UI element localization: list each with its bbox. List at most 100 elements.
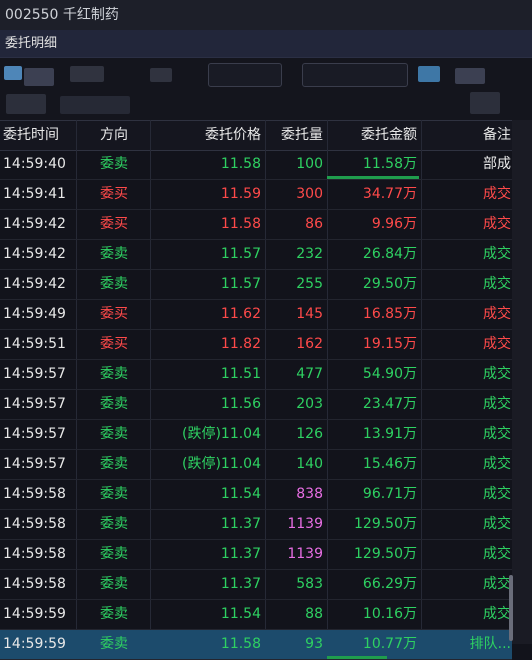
table-row[interactable]: 14:59:58 委卖 11.54 838 96.71万 成交 xyxy=(0,480,512,510)
table-row[interactable]: 14:59:42 委卖 11.57 255 29.50万 成交 xyxy=(0,270,512,300)
filter-dropdown[interactable] xyxy=(302,63,408,87)
cell-direction: 委买 xyxy=(100,306,128,322)
blurred-control xyxy=(470,92,500,114)
cell-note: 成交 xyxy=(483,186,511,202)
blurred-control xyxy=(418,66,440,82)
cell-note: 成交 xyxy=(483,246,511,262)
header-volume[interactable]: 委托量 xyxy=(265,121,327,150)
cell-amount: 10.16万 xyxy=(362,606,417,622)
panel-title: 委托明细 xyxy=(0,30,532,58)
scrollbar-thumb[interactable] xyxy=(509,575,513,641)
cell-volume: 477 xyxy=(296,366,323,382)
cell-volume: 232 xyxy=(296,246,323,262)
cell-price: 11.54 xyxy=(220,486,261,502)
cell-price: 11.51 xyxy=(220,366,261,382)
cell-time: 14:59:42 xyxy=(3,246,66,262)
cell-amount: 66.29万 xyxy=(362,576,417,592)
cell-direction: 委买 xyxy=(100,336,128,352)
cell-time: 14:59:42 xyxy=(3,216,66,232)
order-table-body: 14:59:40 委卖 11.58 100 11.58万 部成 14:59:41 委买 11.5… xyxy=(0,150,512,660)
cell-note: 成交 xyxy=(483,576,511,592)
cell-price: 11.82 xyxy=(220,336,261,352)
cell-time: 14:59:57 xyxy=(3,396,66,412)
cell-volume: 203 xyxy=(296,396,323,412)
cell-volume: 1139 xyxy=(287,546,323,562)
cell-volume: 838 xyxy=(296,486,323,502)
table-row[interactable]: 14:59:58 委卖 11.37 583 66.29万 成交 xyxy=(0,570,512,600)
header-price[interactable]: 委托价格 xyxy=(151,121,265,150)
table-row[interactable]: 14:59:59 委卖 11.58 93 10.77万 排队... xyxy=(0,630,512,660)
cell-time: 14:59:58 xyxy=(3,546,66,562)
table-row[interactable]: 14:59:57 委卖 (跌停)11.04 140 15.46万 成交 xyxy=(0,450,512,480)
cell-note: 成交 xyxy=(483,606,511,622)
blurred-control xyxy=(150,68,172,82)
cell-direction: 委卖 xyxy=(100,456,128,472)
cell-price: 11.37 xyxy=(220,546,261,562)
cell-volume: 126 xyxy=(296,426,323,442)
cell-price: 11.58 xyxy=(220,216,261,232)
table-row[interactable]: 14:59:49 委买 11.62 145 16.85万 成交 xyxy=(0,300,512,330)
cell-direction: 委买 xyxy=(100,186,128,202)
table-row[interactable]: 14:59:41 委买 11.59 300 34.77万 成交 xyxy=(0,180,512,210)
table-row[interactable]: 14:59:59 委卖 11.54 88 10.16万 成交 xyxy=(0,600,512,630)
cell-amount: 15.46万 xyxy=(362,456,417,472)
cell-time: 14:59:58 xyxy=(3,516,66,532)
cell-note: 成交 xyxy=(483,216,511,232)
header-direction[interactable]: 方向 xyxy=(77,121,151,150)
cell-time: 14:59:57 xyxy=(3,426,66,442)
cell-time: 14:59:57 xyxy=(3,366,66,382)
blurred-control xyxy=(4,66,22,80)
cell-volume: 255 xyxy=(296,276,323,292)
table-row[interactable]: 14:59:58 委卖 11.37 1139 129.50万 成交 xyxy=(0,510,512,540)
filter-dropdown[interactable] xyxy=(208,63,282,87)
header-time[interactable]: 委托时间 xyxy=(3,121,77,150)
cell-note: 成交 xyxy=(483,276,511,292)
cell-time: 14:59:59 xyxy=(3,606,66,622)
cell-price: 11.54 xyxy=(220,606,261,622)
cell-direction: 委卖 xyxy=(100,606,128,622)
scrollbar-track[interactable] xyxy=(512,120,532,644)
header-note[interactable]: 备注 xyxy=(421,121,512,150)
table-row[interactable]: 14:59:42 委买 11.58 86 9.96万 成交 xyxy=(0,210,512,240)
cell-direction: 委卖 xyxy=(100,546,128,562)
table-row[interactable]: 14:59:58 委卖 11.37 1139 129.50万 成交 xyxy=(0,540,512,570)
table-row[interactable]: 14:59:51 委买 11.82 162 19.15万 成交 xyxy=(0,330,512,360)
amount-indicator-bar xyxy=(327,656,387,659)
blurred-control xyxy=(455,68,485,84)
window-title: 002550 千红制药 xyxy=(0,0,532,30)
cell-amount: 96.71万 xyxy=(362,486,417,502)
blurred-control xyxy=(6,94,46,114)
blurred-control xyxy=(60,96,130,114)
cell-direction: 委卖 xyxy=(100,516,128,532)
cell-time: 14:59:59 xyxy=(3,636,66,652)
cell-price: 11.59 xyxy=(220,186,261,202)
table-row[interactable]: 14:59:42 委卖 11.57 232 26.84万 成交 xyxy=(0,240,512,270)
cell-amount: 19.15万 xyxy=(362,336,417,352)
cell-time: 14:59:51 xyxy=(3,336,66,352)
table-row[interactable]: 14:59:57 委卖 11.56 203 23.47万 成交 xyxy=(0,390,512,420)
table-row[interactable]: 14:59:57 委卖 (跌停)11.04 126 13.91万 成交 xyxy=(0,420,512,450)
cell-direction: 委卖 xyxy=(100,156,128,172)
cell-time: 14:59:57 xyxy=(3,456,66,472)
header-amount[interactable]: 委托金额 xyxy=(327,121,421,150)
cell-direction: 委卖 xyxy=(100,576,128,592)
cell-note: 成交 xyxy=(483,396,511,412)
cell-volume: 140 xyxy=(296,456,323,472)
cell-note: 排队... xyxy=(469,636,511,652)
cell-amount: 16.85万 xyxy=(362,306,417,322)
table-row[interactable]: 14:59:40 委卖 11.58 100 11.58万 部成 xyxy=(0,150,512,180)
cell-price: (跌停)11.04 xyxy=(181,426,261,442)
cell-amount: 9.96万 xyxy=(371,216,417,232)
cell-amount: 129.50万 xyxy=(354,546,417,562)
cell-price: 11.58 xyxy=(220,156,261,172)
table-row[interactable]: 14:59:57 委卖 11.51 477 54.90万 成交 xyxy=(0,360,512,390)
cell-volume: 583 xyxy=(296,576,323,592)
cell-note: 成交 xyxy=(483,366,511,382)
cell-note: 成交 xyxy=(483,456,511,472)
cell-price: 11.57 xyxy=(220,246,261,262)
cell-direction: 委卖 xyxy=(100,636,128,652)
cell-time: 14:59:41 xyxy=(3,186,66,202)
cell-price: 11.57 xyxy=(220,276,261,292)
cell-amount: 29.50万 xyxy=(362,276,417,292)
cell-amount: 13.91万 xyxy=(362,426,417,442)
